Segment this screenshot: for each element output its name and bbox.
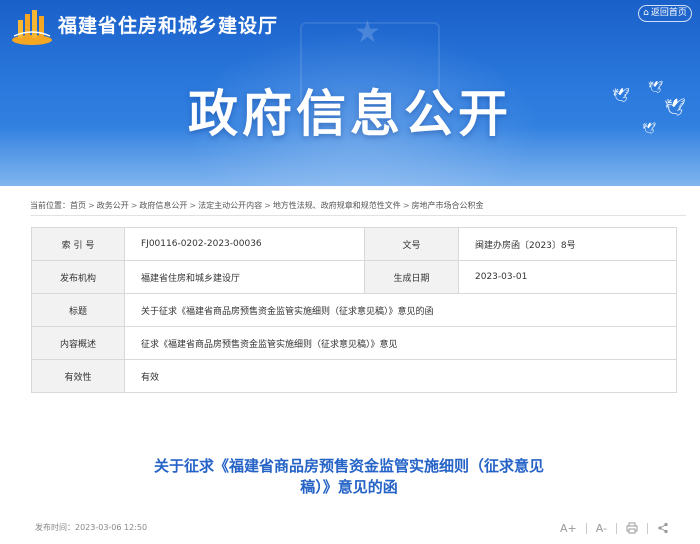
breadcrumb-item-statutory[interactable]: 法定主动公开内容: [198, 201, 262, 210]
breadcrumb-separator: >: [130, 201, 138, 210]
banner-title: 政府信息公开: [188, 85, 512, 143]
home-icon: ⌂: [643, 8, 649, 18]
breadcrumb-item-affairs[interactable]: 政务公开: [97, 201, 129, 210]
doc-no-label: 文号: [364, 227, 459, 261]
article-tools: A+ A-: [560, 520, 690, 536]
dove-icon: 🕊: [612, 88, 630, 104]
share-icon[interactable]: [657, 522, 669, 534]
publish-time: 发布时间：2023-03-06 12:50: [35, 523, 148, 532]
summary-value: 征求《福建省商品房预售资金监管实施细则（征求意见稿）》意见: [124, 326, 677, 360]
tool-divider: [585, 522, 587, 534]
home-button[interactable]: ⌂ 返回首页: [638, 5, 692, 22]
validity-value: 有效: [124, 359, 677, 393]
index-label: 索 引 号: [31, 227, 125, 261]
dove-icon: 🕊: [642, 122, 656, 135]
table-row: 有效性 有效: [31, 359, 677, 393]
breadcrumb-item-gov-info[interactable]: 政府信息公开: [139, 201, 187, 210]
table-row: 内容概述 征求《福建省商品房预售资金监管实施细则（征求意见稿）》意见: [31, 326, 677, 360]
logo-icon[interactable]: [10, 6, 54, 46]
table-row: 发布机构 福建省住房和城乡建设厅 生成日期 2023-03-01: [31, 260, 677, 294]
font-increase-button[interactable]: A+: [560, 522, 577, 535]
breadcrumb-separator: >: [264, 201, 271, 210]
tool-divider: [616, 522, 618, 534]
breadcrumb-item-real-estate[interactable]: 房地产市场合公积金: [412, 201, 484, 210]
table-row: 标题 关于征求《福建省商品房预售资金监管实施细则（征求意见稿）》意见的函: [31, 293, 677, 327]
info-table: 索 引 号 FJ00116-0202-2023-00036 文号 闽建办房函〔2…: [31, 227, 677, 393]
article-title: 关于征求《福建省商品房预售资金监管实施细则（征求意见 稿）》意见的函: [114, 456, 584, 498]
publisher-value: 福建省住房和城乡建设厅: [124, 260, 365, 294]
dove-icon: 🕊: [648, 80, 664, 94]
breadcrumb: 当前位置：首页 > 政务公开 > 政府信息公开 > 法定主动公开内容 > 地方性法规、政府规章和…: [30, 200, 680, 211]
breadcrumb-divider: [30, 215, 686, 216]
breadcrumb-separator: >: [402, 201, 410, 210]
dove-icon: 🕊: [664, 98, 686, 118]
breadcrumb-item-regulations[interactable]: 地方性法规、政府规章和规范性文件: [273, 201, 401, 210]
home-button-label: 返回首页: [650, 8, 687, 18]
header-banner: ★ 福建省住房和城乡建设厅 ⌂ 返回首页 政府信息公开 🕊 🕊 🕊 🕊: [0, 0, 700, 186]
breadcrumb-separator: >: [88, 201, 95, 210]
banner-star-icon: ★: [354, 15, 381, 50]
title-value: 关于征求《福建省商品房预售资金监管实施细则（征求意见稿）》意见的函: [124, 293, 677, 327]
publisher-label: 发布机构: [31, 260, 125, 294]
content-card: 当前位置：首页 > 政务公开 > 政府信息公开 > 法定主动公开内容 > 地方性法规、政府规章和…: [14, 188, 686, 544]
summary-label: 内容概述: [31, 326, 125, 360]
date-value: 2023-03-01: [458, 260, 677, 294]
breadcrumb-prefix: 当前位置：: [30, 201, 70, 210]
title-label: 标题: [31, 293, 125, 327]
doc-no-value: 闽建办房函〔2023〕8号: [458, 227, 677, 261]
article-title-line: 稿）》意见的函: [300, 478, 398, 496]
validity-label: 有效性: [31, 359, 125, 393]
table-row: 索 引 号 FJ00116-0202-2023-00036 文号 闽建办房函〔2…: [31, 227, 677, 261]
article-title-line: 关于征求《福建省商品房预售资金监管实施细则（征求意见: [153, 457, 544, 475]
font-decrease-button[interactable]: A-: [596, 522, 607, 535]
tool-divider: [647, 522, 649, 534]
print-icon[interactable]: [626, 522, 638, 534]
site-title[interactable]: 福建省住房和城乡建设厅: [58, 11, 278, 38]
date-label: 生成日期: [364, 260, 459, 294]
index-value: FJ00116-0202-2023-00036: [124, 227, 365, 261]
breadcrumb-separator: >: [189, 201, 197, 210]
breadcrumb-item-home[interactable]: 首页: [70, 201, 86, 210]
